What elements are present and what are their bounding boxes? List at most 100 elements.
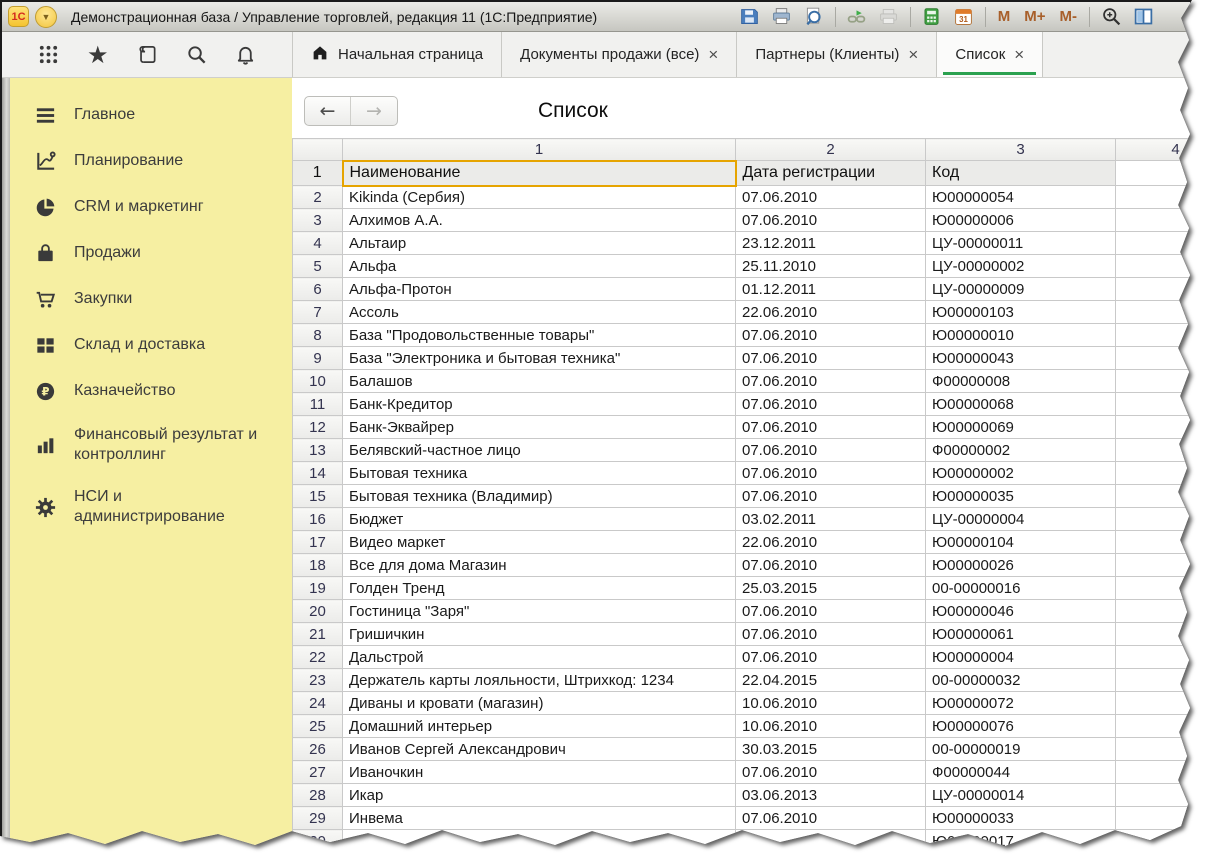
empty-cell[interactable]: [1116, 255, 1191, 278]
date-cell[interactable]: 25.03.2015: [736, 577, 926, 600]
row-number[interactable]: 4: [293, 232, 343, 255]
name-cell[interactable]: Все для дома Магазин: [343, 554, 736, 577]
date-cell[interactable]: 07.06.2010: [736, 370, 926, 393]
selected-cell-name-header[interactable]: Наименование: [343, 161, 736, 186]
row-number[interactable]: 7: [293, 301, 343, 324]
name-cell[interactable]: Инвема: [343, 807, 736, 830]
empty-cell[interactable]: [1116, 186, 1191, 209]
empty-cell[interactable]: [1116, 692, 1191, 715]
date-cell[interactable]: 22.06.2010: [736, 531, 926, 554]
name-cell[interactable]: Икар: [343, 784, 736, 807]
memory-m-button[interactable]: M: [996, 8, 1013, 25]
date-cell[interactable]: 03.06.2013: [736, 784, 926, 807]
code-cell[interactable]: ЦУ-00000002: [926, 255, 1116, 278]
row-number[interactable]: 29: [293, 807, 343, 830]
zoom-in-icon[interactable]: [1100, 6, 1122, 28]
empty-cell[interactable]: [1116, 209, 1191, 232]
code-cell[interactable]: Ф00000002: [926, 439, 1116, 462]
code-cell[interactable]: Ю00000033: [926, 807, 1116, 830]
tab-sales-documents[interactable]: Документы продажи (все) ×: [502, 32, 737, 77]
name-cell[interactable]: Белявский-частное лицо: [343, 439, 736, 462]
row-number[interactable]: 8: [293, 324, 343, 347]
empty-cell[interactable]: [1116, 370, 1191, 393]
empty-cell[interactable]: [1116, 161, 1191, 186]
name-cell[interactable]: Домашний интерьер: [343, 715, 736, 738]
row-number[interactable]: 22: [293, 646, 343, 669]
row-number[interactable]: 27: [293, 761, 343, 784]
row-number[interactable]: 17: [293, 531, 343, 554]
row-number[interactable]: 11: [293, 393, 343, 416]
code-cell[interactable]: Ю00000061: [926, 623, 1116, 646]
row-number[interactable]: 23: [293, 669, 343, 692]
date-cell[interactable]: 23.12.2011: [736, 232, 926, 255]
code-cell[interactable]: Ю00000026: [926, 554, 1116, 577]
print-preview-icon[interactable]: [803, 6, 825, 28]
main-menu-dropdown-button[interactable]: ▼: [35, 6, 57, 28]
date-header-cell[interactable]: Дата регистрации: [736, 161, 926, 186]
link-icon[interactable]: [846, 6, 868, 28]
split-view-icon[interactable]: [1132, 6, 1154, 28]
date-cell[interactable]: 07.06.2010: [736, 600, 926, 623]
row-number[interactable]: 24: [293, 692, 343, 715]
code-cell[interactable]: Ф00000008: [926, 370, 1116, 393]
code-cell[interactable]: ЦУ-00000014: [926, 784, 1116, 807]
name-cell[interactable]: Бытовая техника (Владимир): [343, 485, 736, 508]
date-cell[interactable]: 07.06.2010: [736, 347, 926, 370]
empty-cell[interactable]: [1116, 715, 1191, 738]
row-number[interactable]: 16: [293, 508, 343, 531]
tab-home[interactable]: Начальная страница: [292, 32, 502, 77]
sidebar-item-master-data-admin[interactable]: НСИ и администрирование: [10, 476, 292, 538]
code-cell[interactable]: ЦУ-00000004: [926, 508, 1116, 531]
empty-cell[interactable]: [1116, 554, 1191, 577]
date-cell[interactable]: 10.06.2010: [736, 692, 926, 715]
save-icon[interactable]: [739, 6, 761, 28]
name-cell[interactable]: Диваны и кровати (магазин): [343, 692, 736, 715]
name-cell[interactable]: Альфа: [343, 255, 736, 278]
sidebar-item-financial-result[interactable]: Финансовый результат и контроллинг: [10, 414, 292, 476]
date-cell[interactable]: 07.06.2010: [736, 554, 926, 577]
code-cell[interactable]: Ю00000103: [926, 301, 1116, 324]
date-cell[interactable]: 10.06.2010: [736, 715, 926, 738]
row-number[interactable]: 19: [293, 577, 343, 600]
empty-cell[interactable]: [1116, 738, 1191, 761]
name-cell[interactable]: Гришичкин: [343, 623, 736, 646]
sidebar-item-treasury[interactable]: ₽ Казначейство: [10, 368, 292, 414]
date-cell[interactable]: 07.06.2010: [736, 807, 926, 830]
search-icon[interactable]: [181, 40, 211, 70]
row-number[interactable]: 21: [293, 623, 343, 646]
name-cell[interactable]: Алхимов А.А.: [343, 209, 736, 232]
name-cell[interactable]: База "Электроника и бытовая техника": [343, 347, 736, 370]
favorites-star-icon[interactable]: ★: [83, 40, 113, 70]
name-cell[interactable]: Голден Тренд: [343, 577, 736, 600]
code-cell[interactable]: 00-00000016: [926, 577, 1116, 600]
corner-cell[interactable]: [293, 139, 343, 161]
empty-cell[interactable]: [1116, 324, 1191, 347]
close-icon[interactable]: ×: [708, 46, 718, 63]
code-cell[interactable]: Ю00000004: [926, 646, 1116, 669]
empty-cell[interactable]: [1116, 232, 1191, 255]
date-cell[interactable]: 03.02.2011: [736, 508, 926, 531]
name-cell[interactable]: Дальстрой: [343, 646, 736, 669]
code-cell[interactable]: 00-00000032: [926, 669, 1116, 692]
name-cell[interactable]: Банк-Эквайрер: [343, 416, 736, 439]
empty-cell[interactable]: [1116, 416, 1191, 439]
name-cell[interactable]: Держатель карты лояльности, Штрихкод: 12…: [343, 669, 736, 692]
row-number[interactable]: 26: [293, 738, 343, 761]
name-cell[interactable]: Видео маркет: [343, 531, 736, 554]
code-cell[interactable]: Ю00000054: [926, 186, 1116, 209]
empty-cell[interactable]: [1116, 485, 1191, 508]
date-cell[interactable]: 22.04.2015: [736, 669, 926, 692]
empty-cell[interactable]: [1116, 531, 1191, 554]
row-number[interactable]: 3: [293, 209, 343, 232]
empty-cell[interactable]: [1116, 623, 1191, 646]
empty-cell[interactable]: [1116, 393, 1191, 416]
code-cell[interactable]: Ю00000069: [926, 416, 1116, 439]
date-cell[interactable]: 30.03.2015: [736, 738, 926, 761]
row-number[interactable]: 6: [293, 278, 343, 301]
date-cell[interactable]: 07.06.2010: [736, 186, 926, 209]
empty-cell[interactable]: [1116, 807, 1191, 830]
row-number[interactable]: 14: [293, 462, 343, 485]
name-cell[interactable]: Иванов Сергей Александрович: [343, 738, 736, 761]
memory-m-minus-button[interactable]: M-: [1058, 8, 1080, 25]
date-cell[interactable]: 07.06.2010: [736, 462, 926, 485]
